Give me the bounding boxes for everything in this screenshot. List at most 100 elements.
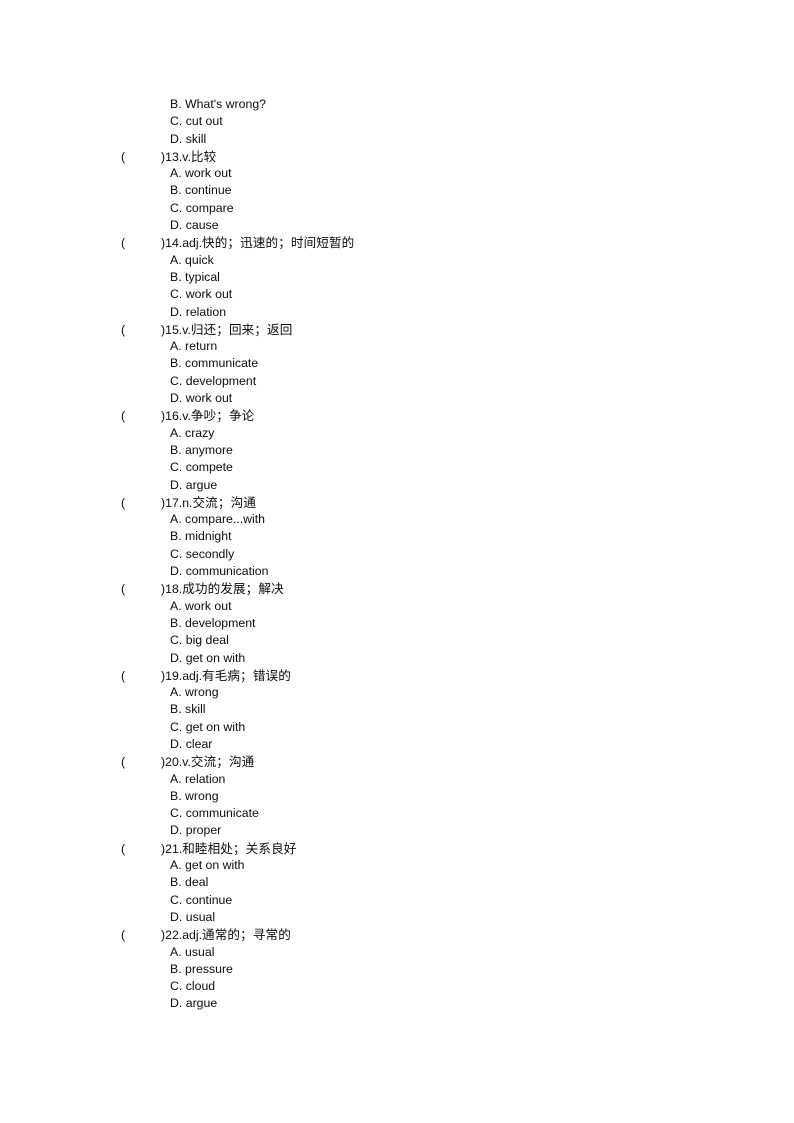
option-text: What's wrong? bbox=[185, 97, 266, 111]
answer-option[interactable]: B. wrong bbox=[0, 788, 794, 805]
answer-option[interactable]: A. crazy bbox=[0, 425, 794, 442]
answer-option[interactable]: C. communicate bbox=[0, 805, 794, 822]
option-label: B. bbox=[170, 788, 182, 803]
answer-blank-paren-open[interactable]: ( bbox=[121, 149, 161, 166]
answer-blank-paren-open[interactable]: ( bbox=[121, 322, 161, 339]
answer-option[interactable]: D. communication bbox=[0, 563, 794, 580]
answer-blank-paren-open[interactable]: ( bbox=[121, 668, 161, 685]
option-label: B. bbox=[170, 702, 182, 717]
part-of-speech: adj. bbox=[182, 236, 203, 251]
answer-option[interactable]: B. deal bbox=[0, 874, 794, 891]
option-text: crazy bbox=[185, 425, 215, 440]
answer-blank-paren-open[interactable]: ( bbox=[121, 581, 161, 598]
chinese-gloss: 有毛病；错误的 bbox=[202, 667, 291, 683]
chinese-gloss: 交流；沟通 bbox=[192, 494, 256, 510]
question-stem[interactable]: ()20.v.交流；沟通 bbox=[0, 753, 794, 770]
answer-option[interactable]: D. usual bbox=[0, 909, 794, 926]
option-label: C. bbox=[170, 979, 183, 994]
answer-option[interactable]: D. clear bbox=[0, 736, 794, 753]
option-label: C. bbox=[170, 287, 183, 302]
option-text: cause bbox=[185, 218, 219, 233]
option-text: work out bbox=[185, 598, 232, 613]
answer-option[interactable]: C. cloud bbox=[0, 978, 794, 995]
option-text: skill bbox=[185, 131, 207, 146]
answer-option[interactable]: B. typical bbox=[0, 269, 794, 286]
answer-option[interactable]: A. return bbox=[0, 338, 794, 355]
answer-option[interactable]: A. wrong bbox=[0, 684, 794, 701]
question-stem[interactable]: ()13.v.比较 bbox=[0, 148, 794, 165]
answer-blank-paren-open[interactable]: ( bbox=[121, 235, 161, 252]
option-label: B. bbox=[170, 442, 182, 457]
question-stem[interactable]: ()17.n.交流；沟通 bbox=[0, 494, 794, 511]
option-text: communicate bbox=[185, 806, 259, 821]
answer-option[interactable]: D. get on with bbox=[0, 650, 794, 667]
option-label: B. bbox=[170, 356, 182, 371]
question-number: 13. bbox=[165, 149, 183, 164]
option-label: A. bbox=[170, 858, 182, 873]
answer-option[interactable]: B. continue bbox=[0, 182, 794, 199]
option-text: quick bbox=[185, 252, 214, 267]
question-stem[interactable]: ()18.成功的发展；解决 bbox=[0, 580, 794, 597]
answer-option[interactable]: C. cut out bbox=[0, 113, 794, 130]
part-of-speech: adj. bbox=[182, 928, 203, 943]
answer-option[interactable]: B. anymore bbox=[0, 442, 794, 459]
chinese-gloss: 归还；回来；返回 bbox=[190, 321, 293, 337]
question-number: 21. bbox=[165, 841, 183, 856]
option-text: anymore bbox=[185, 442, 233, 457]
answer-option[interactable]: C. big deal bbox=[0, 632, 794, 649]
answer-option[interactable]: A. get on with bbox=[0, 857, 794, 874]
answer-option[interactable]: A. usual bbox=[0, 944, 794, 961]
answer-option[interactable]: C. development bbox=[0, 373, 794, 390]
answer-option[interactable]: B. midnight bbox=[0, 528, 794, 545]
answer-option[interactable]: A. work out bbox=[0, 165, 794, 182]
option-text: relation bbox=[185, 771, 226, 786]
option-label: B. bbox=[170, 183, 182, 198]
answer-option[interactable]: C. continue bbox=[0, 892, 794, 909]
answer-option[interactable]: D. proper bbox=[0, 822, 794, 839]
question-number: 19. bbox=[165, 668, 183, 683]
answer-option[interactable]: A. compare...with bbox=[0, 511, 794, 528]
option-text: argue bbox=[185, 996, 218, 1011]
option-text: wrong bbox=[185, 788, 219, 803]
question-stem[interactable]: ()16.v.争吵；争论 bbox=[0, 407, 794, 424]
answer-option[interactable]: D. argue bbox=[0, 995, 794, 1012]
question-stem[interactable]: ()19.adj.有毛病；错误的 bbox=[0, 667, 794, 684]
answer-option[interactable]: D. cause bbox=[0, 217, 794, 234]
answer-option[interactable]: A. relation bbox=[0, 771, 794, 788]
answer-option[interactable]: B. skill bbox=[0, 701, 794, 718]
answer-blank-paren-open[interactable]: ( bbox=[121, 408, 161, 425]
answer-blank-paren-open[interactable]: ( bbox=[121, 754, 161, 771]
answer-option[interactable]: D. relation bbox=[0, 304, 794, 321]
answer-option[interactable]: A. work out bbox=[0, 598, 794, 615]
answer-option[interactable]: C. compete bbox=[0, 459, 794, 476]
option-text: get on with bbox=[185, 858, 245, 873]
answer-option[interactable]: B. communicate bbox=[0, 355, 794, 372]
part-of-speech: v. bbox=[182, 755, 191, 770]
option-label: D. bbox=[170, 564, 183, 579]
answer-option[interactable]: D. skill bbox=[0, 131, 794, 148]
question-stem[interactable]: ()15.v.归还；回来；返回 bbox=[0, 321, 794, 338]
answer-option[interactable]: C. work out bbox=[0, 286, 794, 303]
answer-option[interactable]: B. pressure bbox=[0, 961, 794, 978]
answer-blank-paren-open[interactable]: ( bbox=[121, 841, 161, 858]
answer-option[interactable]: D. argue bbox=[0, 477, 794, 494]
answer-option[interactable]: B. development bbox=[0, 615, 794, 632]
option-text: get on with bbox=[185, 650, 246, 665]
answer-blank-paren-open[interactable]: ( bbox=[121, 927, 161, 944]
question-stem[interactable]: ()21.和睦相处；关系良好 bbox=[0, 840, 794, 857]
option-text: clear bbox=[185, 736, 213, 751]
answer-option[interactable]: D. work out bbox=[0, 390, 794, 407]
answer-option[interactable]: C. secondly bbox=[0, 546, 794, 563]
question-stem[interactable]: ()22.adj.通常的；寻常的 bbox=[0, 926, 794, 943]
answer-blank-paren-open[interactable]: ( bbox=[121, 495, 161, 512]
answer-option[interactable]: C. compare bbox=[0, 200, 794, 217]
question-stem[interactable]: ()14.adj.快的；迅速的；时间短暂的 bbox=[0, 234, 794, 251]
answer-option[interactable]: B. What's wrong? bbox=[0, 96, 794, 113]
option-label: A. bbox=[170, 252, 182, 267]
answer-option[interactable]: A. quick bbox=[0, 252, 794, 269]
option-label: D. bbox=[170, 218, 183, 233]
question-number: 17. bbox=[165, 495, 183, 510]
option-label: B. bbox=[170, 961, 182, 976]
answer-option[interactable]: C. get on with bbox=[0, 719, 794, 736]
option-label: A. bbox=[170, 425, 182, 440]
